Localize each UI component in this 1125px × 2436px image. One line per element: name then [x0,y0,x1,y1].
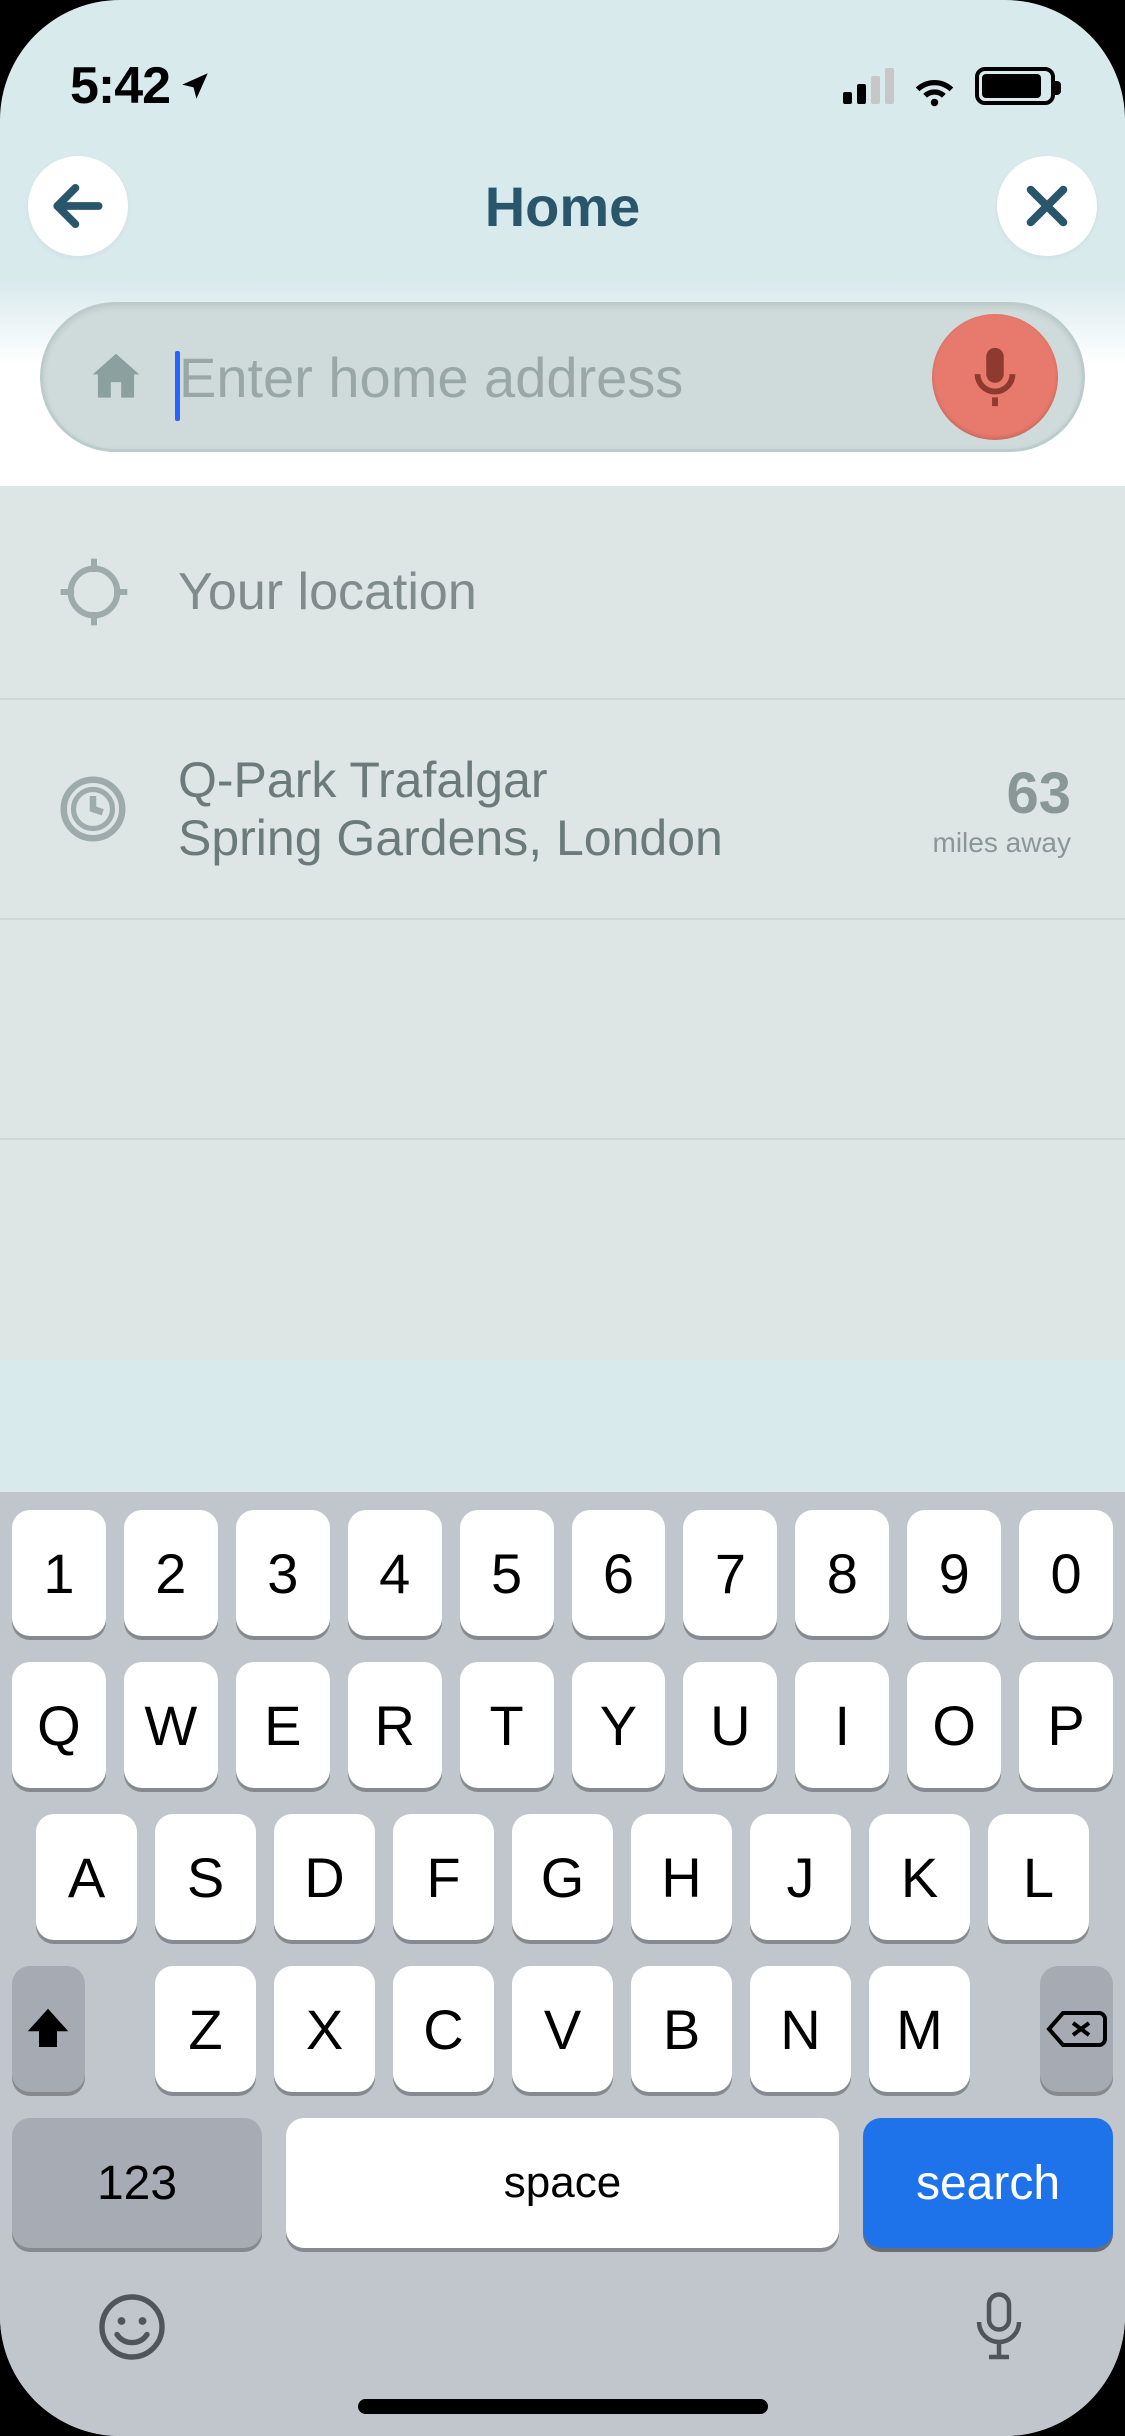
voice-search-button[interactable] [932,314,1058,440]
status-bar: 5:42 [0,0,1125,130]
key-z[interactable]: Z [155,1966,256,2092]
key-9[interactable]: 9 [907,1510,1001,1636]
header: Home [0,130,1125,282]
key-0[interactable]: 0 [1019,1510,1113,1636]
search-field[interactable]: Enter home address [40,302,1085,452]
battery-icon [975,67,1055,105]
keyboard-row-asdf: ASDFGHJKL [0,1814,1125,1940]
emoji-button[interactable] [96,2291,168,2363]
shift-key[interactable] [12,1966,85,2092]
backspace-key[interactable] [1040,1966,1113,2092]
text-cursor [175,351,180,421]
clock-text: 5:42 [70,56,170,116]
key-6[interactable]: 6 [572,1510,666,1636]
key-p[interactable]: P [1019,1662,1113,1788]
key-k[interactable]: K [869,1814,970,1940]
search-action-key[interactable]: search [863,2118,1113,2248]
recent-place-detail: Spring Gardens, London [178,809,933,867]
search-placeholder: Enter home address [179,345,932,410]
distance-unit: miles away [933,827,1071,859]
key-r[interactable]: R [348,1662,442,1788]
recent-place-row[interactable]: Q-Park Trafalgar Spring Gardens, London … [0,700,1125,920]
keyboard-row-qwerty: QWERTYUIOP [0,1662,1125,1788]
key-x[interactable]: X [274,1966,375,2092]
key-1[interactable]: 1 [12,1510,106,1636]
clock-icon [54,770,132,848]
status-time: 5:42 [70,56,212,116]
key-c[interactable]: C [393,1966,494,2092]
back-button[interactable] [28,156,128,256]
crosshair-icon [54,552,134,632]
empty-row [0,920,1125,1140]
home-icon [85,346,147,408]
microphone-icon [960,342,1030,412]
distance-value: 63 [933,760,1071,827]
your-location-label: Your location [178,562,1071,622]
your-location-row[interactable]: Your location [0,486,1125,700]
key-m[interactable]: M [869,1966,970,2092]
close-button[interactable] [997,156,1097,256]
keyboard-row-numbers: 1234567890 [0,1510,1125,1636]
empty-row [0,1140,1125,1360]
status-right [843,64,1055,109]
key-5[interactable]: 5 [460,1510,554,1636]
page-title: Home [485,174,641,239]
search-input[interactable]: Enter home address [179,345,932,410]
key-l[interactable]: L [988,1814,1089,1940]
backspace-icon [1045,2005,1109,2053]
recent-place-name: Q-Park Trafalgar [178,751,933,809]
key-g[interactable]: G [512,1814,613,1940]
wifi-icon [912,64,957,109]
key-8[interactable]: 8 [795,1510,889,1636]
key-n[interactable]: N [750,1966,851,2092]
app-screen: 5:42 Home Enter home [0,0,1125,2436]
key-4[interactable]: 4 [348,1510,442,1636]
dictation-button[interactable] [969,2288,1029,2366]
key-j[interactable]: J [750,1814,851,1940]
key-v[interactable]: V [512,1966,613,2092]
key-2[interactable]: 2 [124,1510,218,1636]
key-s[interactable]: S [155,1814,256,1940]
keyboard-row-zxcv: ZXCVBNM [0,1966,1125,2092]
key-o[interactable]: O [907,1662,1001,1788]
keyboard: 1234567890 QWERTYUIOP ASDFGHJKL ZXCVBNM … [0,1492,1125,2436]
cellular-signal-icon [843,68,894,104]
numbers-toggle-key[interactable]: 123 [12,2118,262,2248]
search-section: Enter home address [0,282,1125,486]
key-a[interactable]: A [36,1814,137,1940]
home-indicator[interactable] [358,2399,768,2414]
arrow-left-icon [47,175,109,237]
keyboard-row-zxcv-keys: ZXCVBNM [155,1966,970,2092]
key-f[interactable]: F [393,1814,494,1940]
location-services-icon [178,69,212,103]
key-i[interactable]: I [795,1662,889,1788]
microphone-icon [969,2288,1029,2366]
key-d[interactable]: D [274,1814,375,1940]
results-list: Your location Q-Park Trafalgar Spring Ga… [0,486,1125,1360]
space-key[interactable]: space [286,2118,839,2248]
key-h[interactable]: H [631,1814,732,1940]
key-u[interactable]: U [683,1662,777,1788]
key-y[interactable]: Y [572,1662,666,1788]
recent-place-distance: 63 miles away [933,760,1071,859]
key-b[interactable]: B [631,1966,732,2092]
shift-icon [21,2002,75,2056]
key-t[interactable]: T [460,1662,554,1788]
key-7[interactable]: 7 [683,1510,777,1636]
key-w[interactable]: W [124,1662,218,1788]
recent-place-text: Q-Park Trafalgar Spring Gardens, London [178,751,933,867]
key-e[interactable]: E [236,1662,330,1788]
key-q[interactable]: Q [12,1662,106,1788]
key-3[interactable]: 3 [236,1510,330,1636]
close-icon [1019,178,1075,234]
emoji-icon [96,2291,168,2363]
keyboard-row-bottom: 123 space search [0,2118,1125,2248]
